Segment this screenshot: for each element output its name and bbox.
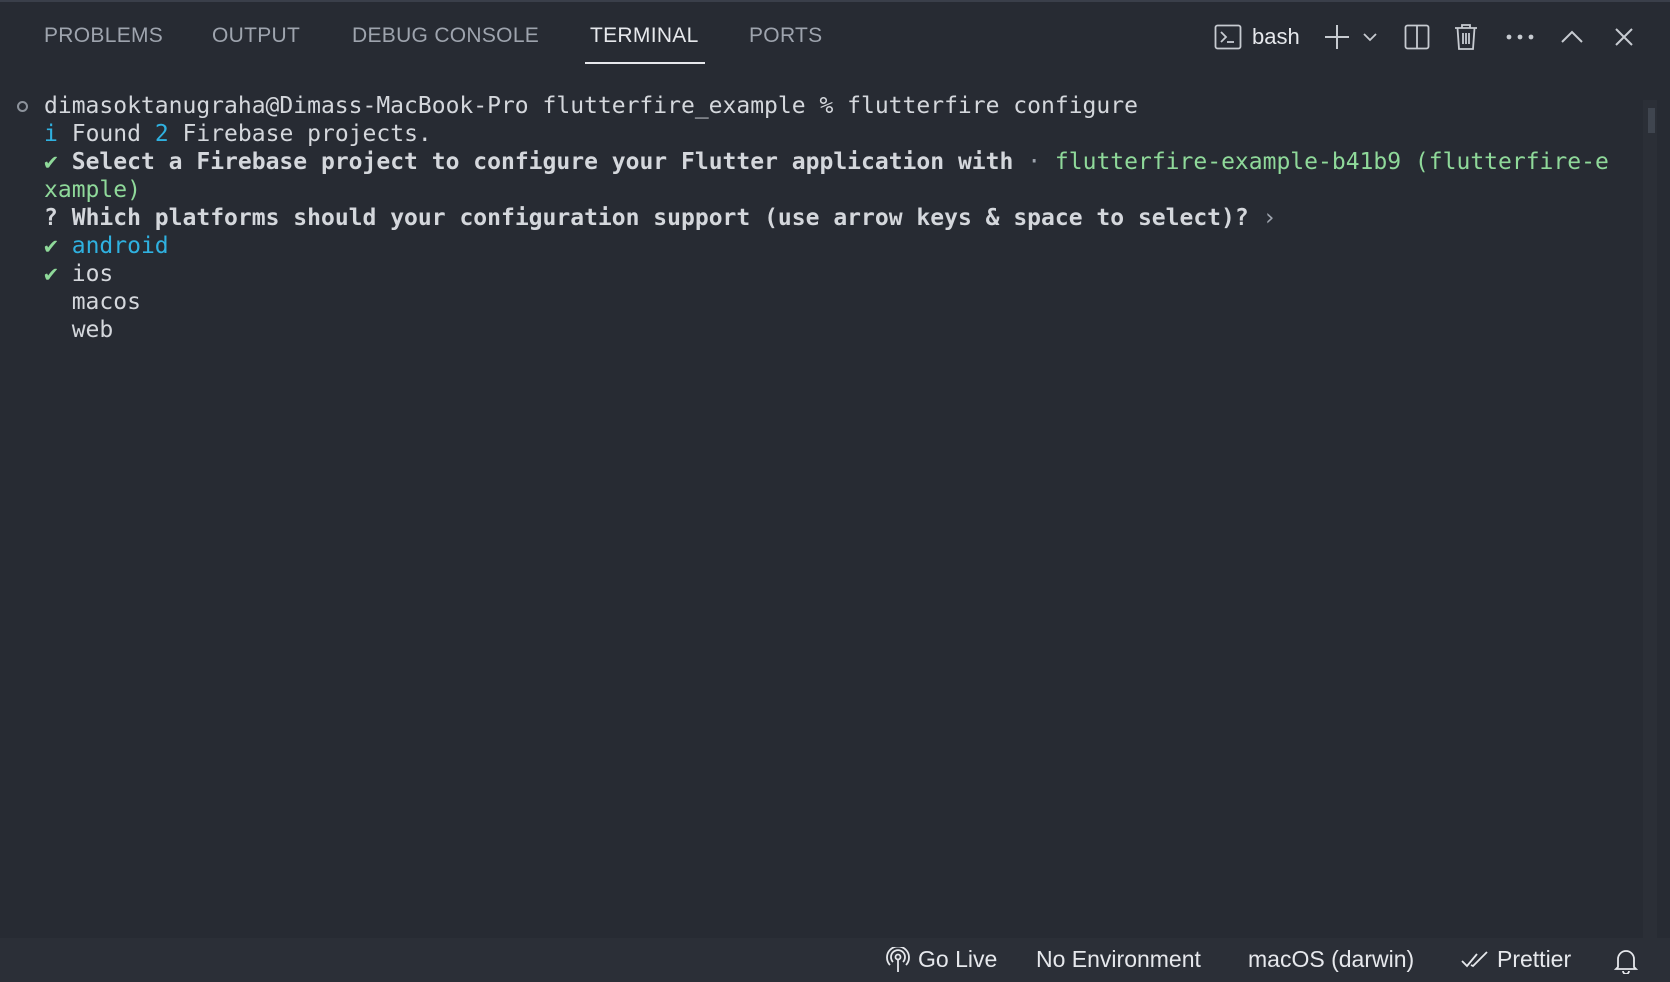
command-status-icon[interactable]: [17, 101, 28, 112]
platforms-question-text: Which platforms should your configuratio…: [71, 205, 1249, 231]
option-ios[interactable]: ✔ ios: [44, 260, 113, 288]
option-check-icon: ✔: [44, 233, 58, 259]
option-label: ios: [71, 261, 114, 287]
ellipsis-icon[interactable]: [1505, 20, 1535, 54]
option-label: macos: [71, 289, 141, 315]
plus-icon[interactable]: [1322, 20, 1352, 54]
selected-project-value: flutterfire-example-b41b9 (flutterfire-e: [1054, 149, 1609, 175]
option-label: web: [71, 317, 114, 343]
tab-debug-console[interactable]: DEBUG CONSOLE: [352, 24, 539, 48]
close-icon[interactable]: [1612, 20, 1636, 54]
go-live-label: Go Live: [918, 946, 998, 972]
select-project-line: ✔ Select a Firebase project to configure…: [44, 148, 1609, 176]
terminal-panel: PROBLEMS OUTPUT DEBUG CONSOLE TERMINAL P…: [0, 0, 1670, 982]
tab-output[interactable]: OUTPUT: [212, 24, 300, 48]
option-android[interactable]: ✔ android: [44, 232, 169, 260]
option-label: android: [71, 233, 169, 259]
panel-tab-bar: PROBLEMS OUTPUT DEBUG CONSOLE TERMINAL P…: [0, 2, 1670, 68]
prettier-label: Prettier: [1497, 946, 1572, 972]
option-web[interactable]: web: [44, 316, 114, 344]
tab-ports[interactable]: PORTS: [749, 24, 822, 48]
question-mark: ?: [44, 205, 58, 231]
terminal-scrollbar[interactable]: [1643, 100, 1657, 938]
question-arrow-icon: ›: [1262, 205, 1277, 231]
go-live-button[interactable]: Go Live: [886, 946, 997, 973]
status-bar: Go Live No Environment macOS (darwin) Pr…: [0, 938, 1670, 982]
double-check-icon: [1461, 950, 1488, 967]
broadcast-icon: [886, 946, 910, 972]
split-icon[interactable]: [1403, 20, 1431, 54]
selected-project-value-wrap: xample): [44, 177, 141, 203]
select-check-icon: ✔: [44, 149, 58, 175]
terminal-icon[interactable]: [1212, 20, 1244, 54]
trash-icon[interactable]: [1453, 20, 1479, 54]
option-macos[interactable]: macos: [44, 288, 141, 316]
bell-icon[interactable]: [1614, 948, 1646, 974]
project-count: 2: [154, 121, 169, 147]
active-tab-indicator: [585, 62, 705, 64]
found-text-suffix: Firebase projects.: [168, 121, 432, 147]
chevron-down-icon[interactable]: [1360, 20, 1380, 54]
tab-problems[interactable]: PROBLEMS: [44, 24, 163, 48]
tab-terminal[interactable]: TERMINAL: [590, 24, 699, 48]
select-separator: ·: [1027, 149, 1042, 175]
scrollbar-thumb[interactable]: [1648, 108, 1655, 133]
option-check-icon: ✔: [44, 261, 58, 287]
select-project-text: Select a Firebase project to configure y…: [71, 149, 1014, 175]
found-text: Found: [71, 121, 155, 147]
shell-name-label[interactable]: bash: [1252, 24, 1300, 50]
os-status[interactable]: macOS (darwin): [1248, 946, 1414, 973]
prettier-status[interactable]: Prettier: [1461, 946, 1571, 973]
terminal-output[interactable]: dimasoktanugraha@Dimass-MacBook-Pro flut…: [0, 92, 1640, 932]
info-prefix: i: [44, 121, 58, 147]
prompt-line: dimasoktanugraha@Dimass-MacBook-Pro flut…: [44, 93, 1138, 119]
found-projects-line: i Found 2 Firebase projects.: [44, 120, 432, 148]
environment-status[interactable]: No Environment: [1036, 946, 1201, 973]
platforms-question-line: ? Which platforms should your configurat…: [44, 204, 1276, 232]
chevron-up-icon[interactable]: [1560, 20, 1584, 54]
